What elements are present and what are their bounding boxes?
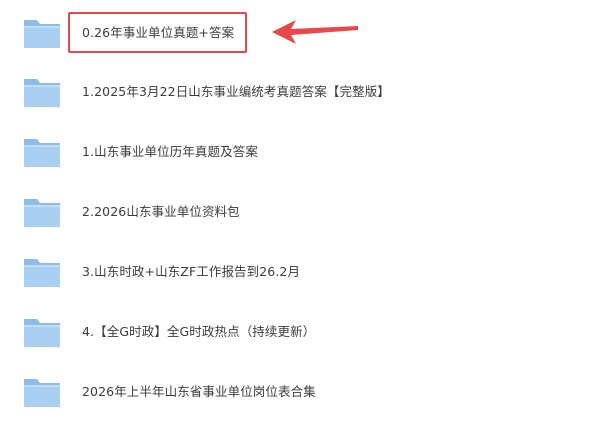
folder-list: 0.26年事业单位真题+答案 1.2025年3月22日山东事业编统考真题答案【完… — [0, 0, 601, 421]
folder-name: 1.2025年3月22日山东事业编统考真题答案【完整版】 — [82, 84, 390, 99]
folder-row[interactable]: 3.山东时政+山东ZF工作报告到26.2月 — [22, 252, 300, 292]
folder-icon — [24, 139, 60, 167]
folder-row[interactable]: 2026年上半年山东省事业单位岗位表合集 — [22, 372, 316, 412]
folder-icon — [24, 79, 60, 107]
folder-icon — [24, 319, 60, 347]
folder-row[interactable]: 2.2026山东事业单位资料包 — [22, 192, 240, 232]
folder-name: 4.【全G时政】全G时政热点（持续更新） — [82, 324, 316, 339]
folder-name: 2.2026山东事业单位资料包 — [82, 204, 240, 219]
folder-name: 0.26年事业单位真题+答案 — [82, 25, 235, 40]
folder-row[interactable]: 4.【全G时政】全G时政热点（持续更新） — [22, 312, 315, 352]
folder-name: 3.山东时政+山东ZF工作报告到26.2月 — [82, 264, 301, 279]
folder-icon — [24, 379, 60, 407]
folder-name: 1.山东事业单位历年真题及答案 — [82, 144, 258, 159]
folder-name: 2026年上半年山东省事业单位岗位表合集 — [82, 384, 316, 399]
folder-icon — [24, 20, 60, 48]
folder-row[interactable]: 1.山东事业单位历年真题及答案 — [22, 132, 258, 172]
folder-icon — [24, 259, 60, 287]
folder-icon — [24, 199, 60, 227]
folder-row[interactable]: 0.26年事业单位真题+答案 — [22, 13, 234, 53]
folder-row[interactable]: 1.2025年3月22日山东事业编统考真题答案【完整版】 — [22, 72, 390, 112]
